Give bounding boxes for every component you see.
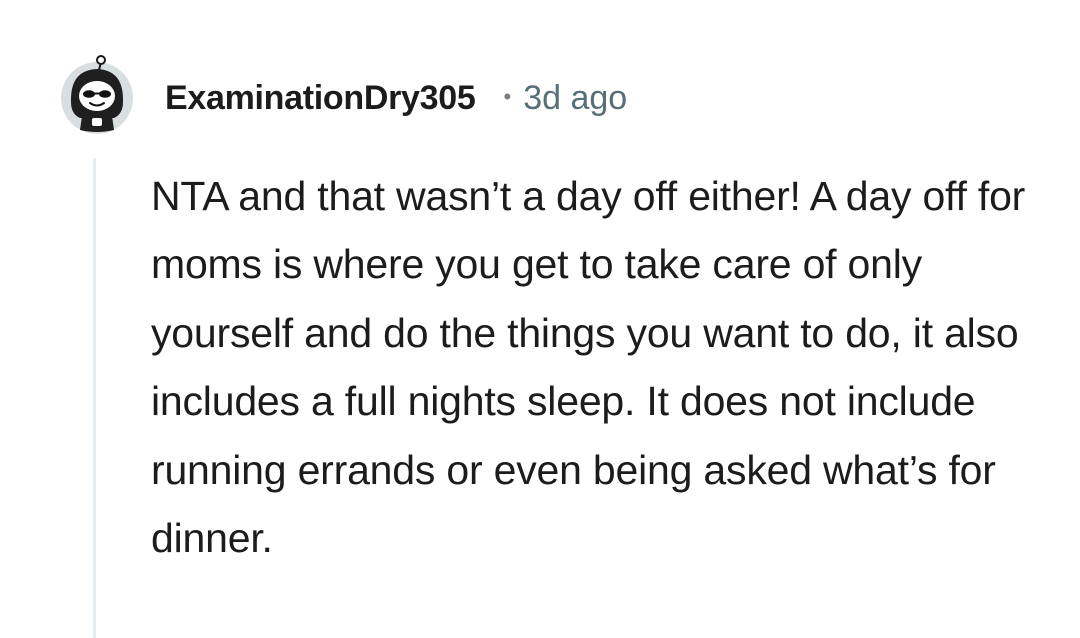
comment-header: ExaminationDry305 • 3d ago: [165, 76, 627, 120]
comment-body: NTA and that wasn’t a day off either! A …: [151, 173, 1026, 562]
user-avatar[interactable]: [58, 54, 136, 134]
separator-dot: •: [503, 84, 512, 109]
username-link[interactable]: ExaminationDry305: [165, 79, 476, 118]
thread-collapse-line[interactable]: [93, 158, 96, 638]
snoo-avatar-sunglasses-icon: [61, 55, 133, 134]
timestamp[interactable]: 3d ago: [523, 79, 627, 118]
comment: ExaminationDry305 • 3d ago NTA and that …: [0, 0, 1080, 638]
